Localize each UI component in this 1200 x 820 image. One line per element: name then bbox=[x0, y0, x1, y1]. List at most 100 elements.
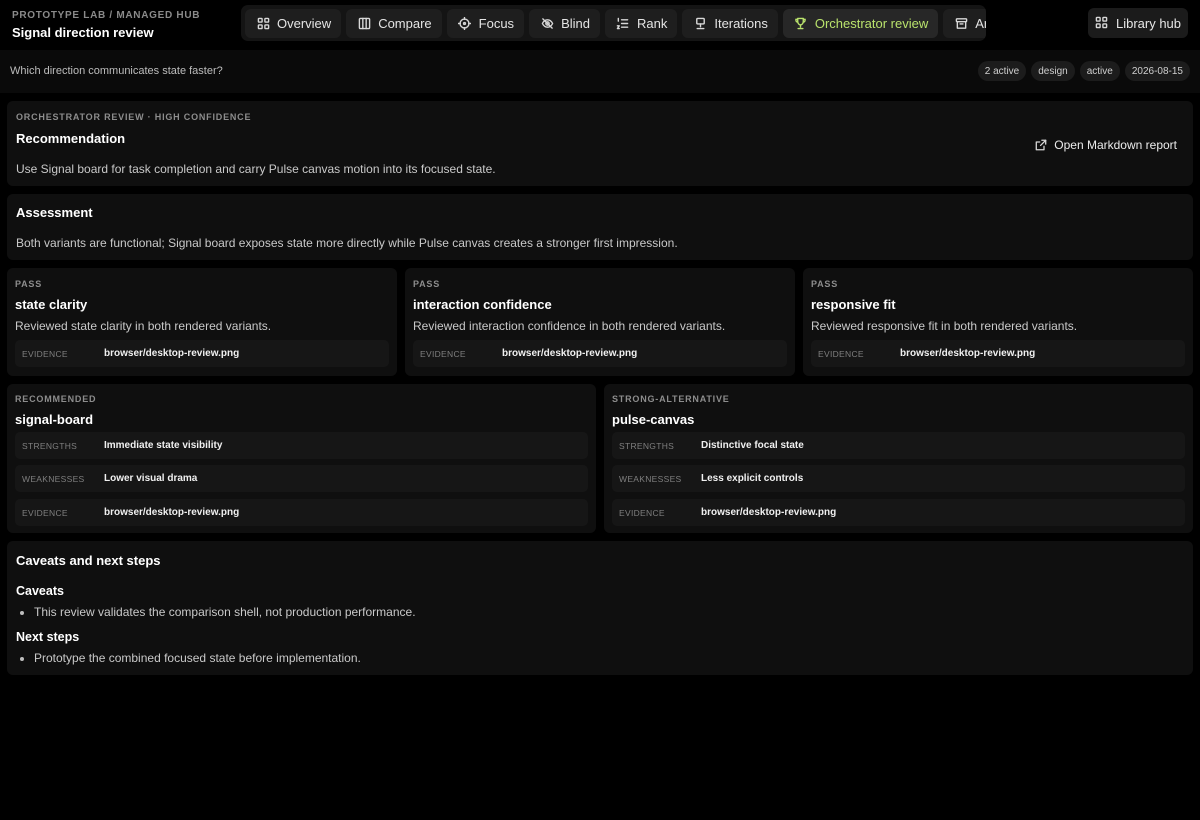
grid-icon bbox=[256, 16, 270, 30]
brand-eyebrow: PROTOTYPE LAB / MANAGED HUB bbox=[12, 10, 201, 21]
tab-label: Iterations bbox=[714, 15, 768, 31]
evidence-value: browser/desktop-review.png bbox=[502, 348, 638, 359]
criterion-name: state clarity bbox=[15, 297, 88, 312]
caveats-title: Caveats bbox=[16, 584, 64, 598]
pill-category: design bbox=[1031, 61, 1075, 81]
tab-label: Overview bbox=[277, 15, 332, 31]
recommendation-text: Use Signal board for task completion and… bbox=[16, 162, 496, 176]
row-value: Immediate state visibility bbox=[104, 440, 223, 451]
tab-archive[interactable]: Archive bbox=[943, 8, 986, 38]
criterion-card-state-clarity: PASS state clarity Reviewed state clarit… bbox=[7, 268, 397, 376]
criterion-status: PASS bbox=[811, 279, 839, 289]
variant-name: signal-board bbox=[15, 412, 94, 427]
status-pills: 2 active design active 2026-08-15 bbox=[977, 61, 1190, 81]
variant-rank: RECOMMENDED bbox=[15, 394, 97, 404]
view-tabs: Overview Compare Focus Blind Rank Iterat… bbox=[241, 5, 986, 41]
row-value: Lower visual drama bbox=[104, 473, 198, 484]
row-value: Less explicit controls bbox=[701, 473, 804, 484]
tab-focus[interactable]: Focus bbox=[446, 8, 525, 38]
page-title: Signal direction review bbox=[12, 25, 154, 40]
criterion-card-interaction-confidence: PASS interaction confidence Reviewed int… bbox=[405, 268, 795, 376]
open-markdown-report-label: Open Markdown report bbox=[1054, 138, 1177, 152]
assessment-text: Both variants are functional; Signal boa… bbox=[16, 236, 678, 250]
criterion-evidence-row: EVIDENCE browser/desktop-review.png bbox=[413, 340, 787, 367]
assessment-title: Assessment bbox=[16, 205, 93, 220]
caveats-list: This review validates the comparison she… bbox=[16, 605, 416, 619]
recommendation-eyebrow: ORCHESTRATOR REVIEW · HIGH CONFIDENCE bbox=[16, 112, 252, 122]
variant-strengths-row: STRENGTHS Distinctive focal state bbox=[612, 432, 1185, 459]
review-question: Which direction communicates state faste… bbox=[10, 65, 223, 77]
criterion-name: interaction confidence bbox=[413, 297, 552, 312]
caveats-card: Caveats and next steps Caveats This revi… bbox=[7, 541, 1193, 675]
row-value: browser/desktop-review.png bbox=[104, 507, 240, 518]
caveats-section-title: Caveats and next steps bbox=[16, 553, 161, 568]
tab-label: Archive bbox=[975, 15, 986, 31]
pill-date: 2026-08-15 bbox=[1124, 61, 1190, 81]
columns-icon bbox=[357, 16, 371, 30]
row-value: browser/desktop-review.png bbox=[701, 507, 837, 518]
criterion-text: Reviewed responsive fit in both rendered… bbox=[811, 319, 1078, 333]
variant-evidence-row: EVIDENCE browser/desktop-review.png bbox=[15, 499, 588, 526]
tab-rank[interactable]: Rank bbox=[604, 8, 678, 38]
tab-label: Compare bbox=[378, 15, 432, 31]
review-subheader: Which direction communicates state faste… bbox=[0, 50, 1200, 93]
grid-icon bbox=[1095, 16, 1109, 30]
assessment-card: Assessment Both variants are functional;… bbox=[7, 194, 1193, 260]
evidence-value: browser/desktop-review.png bbox=[104, 348, 240, 359]
evidence-label: EVIDENCE bbox=[22, 349, 68, 359]
row-label: STRENGTHS bbox=[22, 441, 78, 451]
variant-name: pulse-canvas bbox=[612, 412, 695, 427]
criterion-text: Reviewed state clarity in both rendered … bbox=[15, 319, 272, 333]
criterion-evidence-row: EVIDENCE browser/desktop-review.png bbox=[15, 340, 389, 367]
tab-orchestrator-review[interactable]: Orchestrator review bbox=[782, 8, 939, 38]
variant-weaknesses-row: WEAKNESSES Lower visual drama bbox=[15, 465, 588, 492]
variant-evidence-row: EVIDENCE browser/desktop-review.png bbox=[612, 499, 1185, 526]
recommendation-card: ORCHESTRATOR REVIEW · HIGH CONFIDENCE Re… bbox=[7, 101, 1193, 186]
variant-strengths-row: STRENGTHS Immediate state visibility bbox=[15, 432, 588, 459]
external-link-icon bbox=[1035, 139, 1047, 151]
brand: PROTOTYPE LAB / MANAGED HUB Signal direc… bbox=[12, 10, 200, 40]
tab-label: Rank bbox=[636, 15, 668, 31]
variant-rank: STRONG-ALTERNATIVE bbox=[612, 394, 730, 404]
pill-active-count: 2 active bbox=[977, 61, 1027, 81]
variant-weaknesses-row: WEAKNESSES Less explicit controls bbox=[612, 465, 1185, 492]
tab-iterations[interactable]: Iterations bbox=[682, 8, 778, 38]
tab-label: Focus bbox=[478, 15, 515, 31]
tab-label: Orchestrator review bbox=[814, 15, 929, 31]
criterion-evidence-row: EVIDENCE browser/desktop-review.png bbox=[811, 340, 1185, 367]
evidence-label: EVIDENCE bbox=[420, 349, 466, 359]
row-label: WEAKNESSES bbox=[619, 474, 682, 484]
tab-label: Blind bbox=[561, 15, 590, 31]
row-label: EVIDENCE bbox=[22, 508, 68, 518]
evidence-label: EVIDENCE bbox=[818, 349, 864, 359]
tab-overview[interactable]: Overview bbox=[245, 8, 342, 38]
library-hub-label: Library hub bbox=[1115, 15, 1182, 31]
monitor-icon bbox=[693, 16, 707, 30]
row-label: STRENGTHS bbox=[619, 441, 675, 451]
row-value: Distinctive focal state bbox=[701, 440, 804, 451]
list-item: This review validates the comparison she… bbox=[16, 605, 416, 619]
criterion-status: PASS bbox=[15, 279, 43, 289]
evidence-value: browser/desktop-review.png bbox=[900, 348, 1036, 359]
top-bar: PROTOTYPE LAB / MANAGED HUB Signal direc… bbox=[0, 0, 1200, 46]
list-ordered-icon bbox=[616, 16, 630, 30]
next-steps-list: Prototype the combined focused state bef… bbox=[16, 651, 361, 665]
criterion-status: PASS bbox=[413, 279, 441, 289]
list-item: Prototype the combined focused state bef… bbox=[16, 651, 361, 665]
archive-icon bbox=[954, 16, 968, 30]
crosshair-icon bbox=[458, 16, 472, 30]
criterion-card-responsive-fit: PASS responsive fit Reviewed responsive … bbox=[803, 268, 1193, 376]
variant-card-pulse-canvas: STRONG-ALTERNATIVE pulse-canvas STRENGTH… bbox=[604, 384, 1193, 533]
row-label: WEAKNESSES bbox=[22, 474, 85, 484]
eye-off-icon bbox=[540, 16, 554, 30]
tab-blind[interactable]: Blind bbox=[529, 8, 600, 38]
row-label: EVIDENCE bbox=[619, 508, 665, 518]
next-steps-title: Next steps bbox=[16, 630, 80, 644]
tab-compare[interactable]: Compare bbox=[346, 8, 442, 38]
variant-card-signal-board: RECOMMENDED signal-board STRENGTHS Immed… bbox=[7, 384, 596, 533]
open-markdown-report-link[interactable]: Open Markdown report bbox=[1035, 138, 1177, 152]
library-hub-button[interactable]: Library hub bbox=[1088, 8, 1188, 38]
recommendation-title: Recommendation bbox=[16, 131, 126, 146]
pill-status: active bbox=[1079, 61, 1120, 81]
criterion-name: responsive fit bbox=[811, 297, 896, 312]
